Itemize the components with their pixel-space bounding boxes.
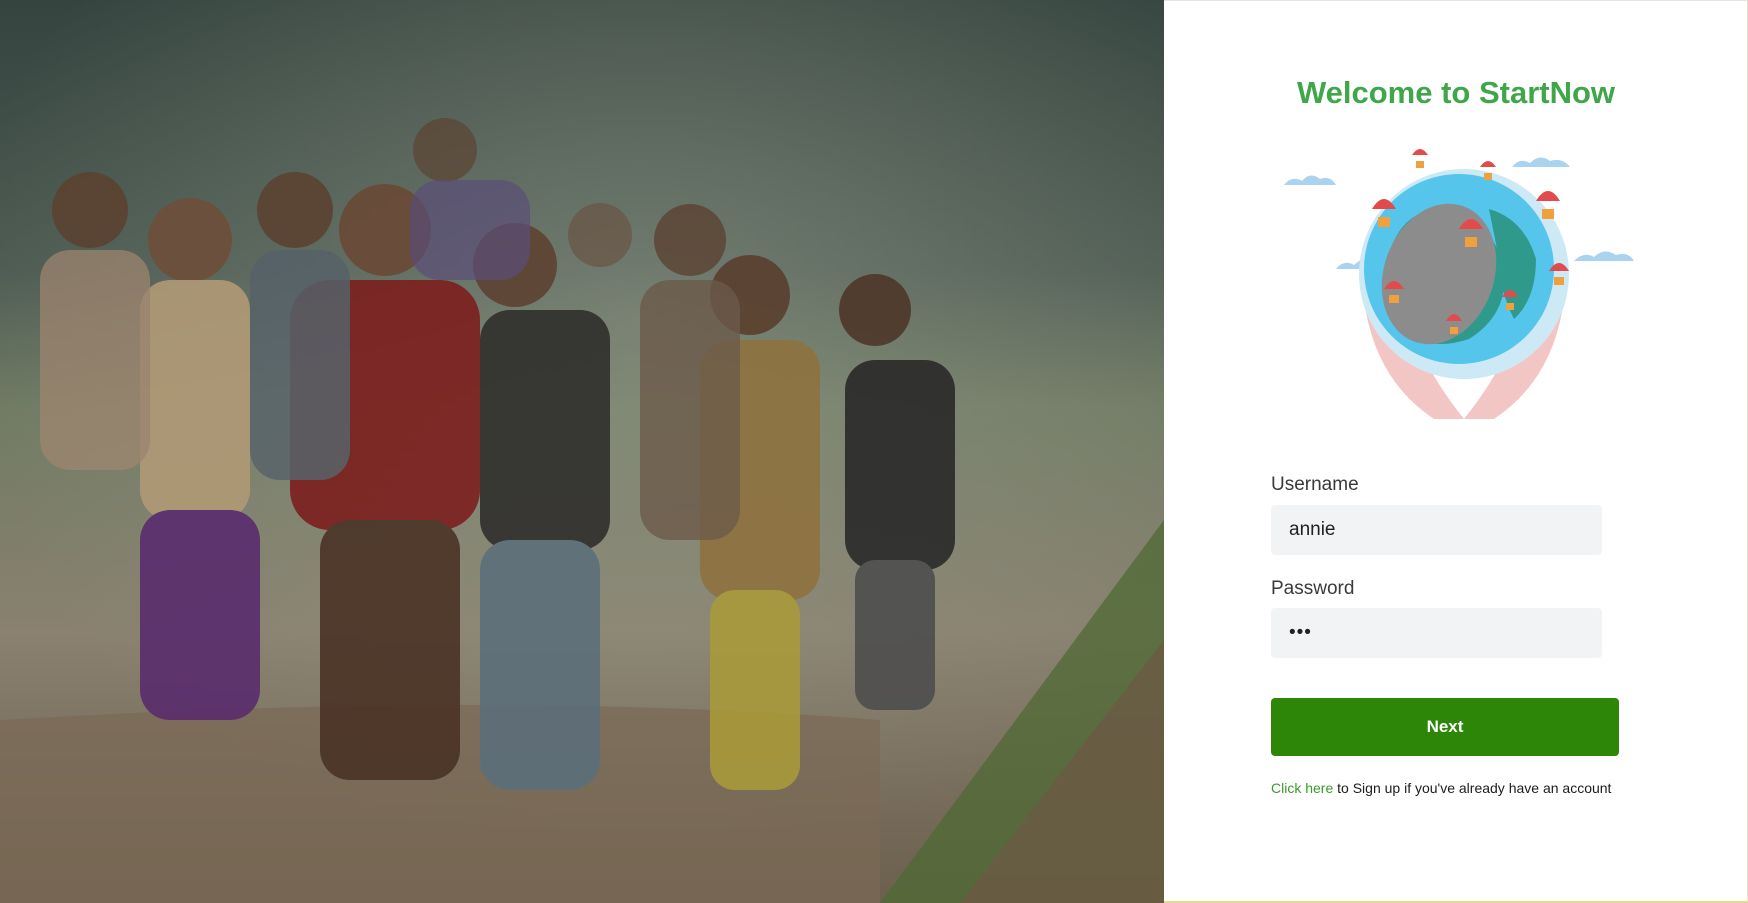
next-button[interactable]: Next [1271, 698, 1619, 756]
hero-photo [0, 0, 1164, 903]
password-input[interactable] [1271, 608, 1602, 658]
page-title: Welcome to StartNow [1296, 75, 1616, 110]
password-label: Password [1271, 578, 1355, 599]
username-input[interactable] [1271, 505, 1602, 555]
signup-prompt: Click here to Sign up if you've already … [1271, 780, 1611, 796]
signup-text: to Sign up if you've already have an acc… [1333, 780, 1612, 796]
signup-link[interactable]: Click here [1271, 780, 1333, 796]
login-panel: Welcome to StartNow Username annie Passw… [1164, 0, 1748, 903]
globe-in-hands-with-parachutes-icon [1284, 149, 1634, 419]
username-label: Username [1271, 474, 1359, 495]
children-running-photo-icon [0, 0, 1164, 903]
